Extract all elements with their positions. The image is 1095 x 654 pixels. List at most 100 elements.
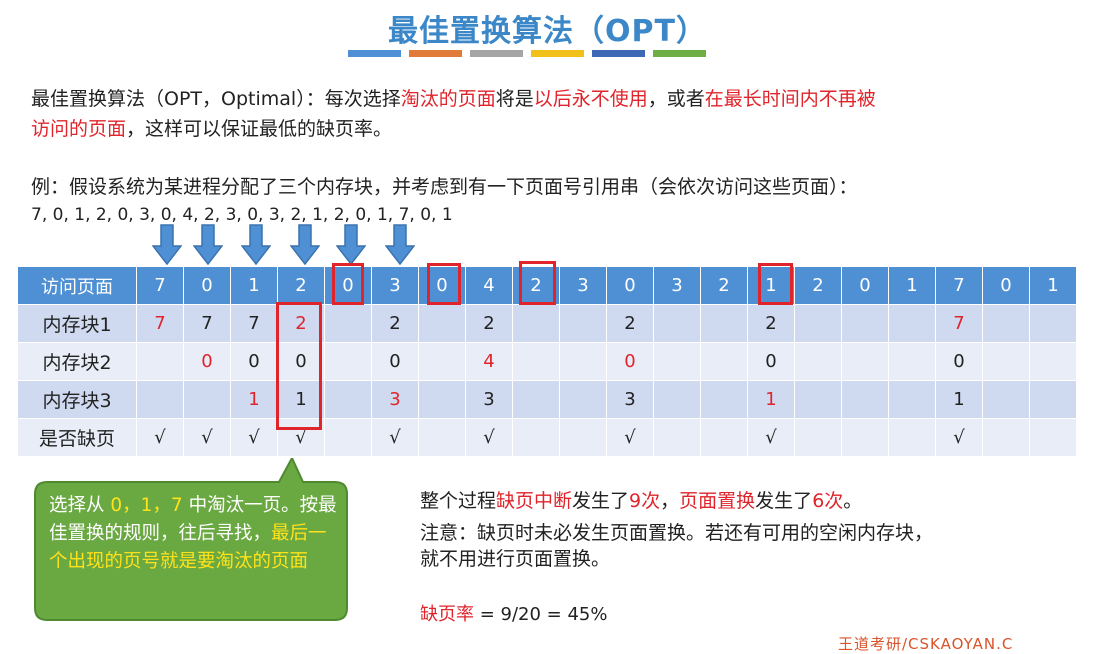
- intro-highlight: 在最长时间内不再被: [704, 88, 876, 110]
- table-cell: 0: [936, 343, 983, 381]
- table-cell: 0: [748, 343, 795, 381]
- highlight-box: [758, 263, 793, 305]
- page-number-cell: 2: [795, 267, 842, 305]
- table-cell: [889, 305, 936, 343]
- summary-text: 整个过程缺页中断发生了9次，页面置换发生了6次。: [420, 490, 863, 512]
- table-cell: [889, 381, 936, 419]
- table-cell: [701, 343, 748, 381]
- title-bar: [348, 50, 401, 57]
- table-cell: [560, 381, 607, 419]
- table-cell: 1: [231, 381, 278, 419]
- table-cell: 2: [372, 305, 419, 343]
- page-number-cell: 2: [278, 267, 325, 305]
- down-arrow-icon: [335, 224, 367, 266]
- table-cell: 1: [936, 381, 983, 419]
- table-cell: √: [466, 419, 513, 457]
- title-bar: [592, 50, 645, 57]
- title-bar: [409, 50, 462, 57]
- page-number-cell: 0: [983, 267, 1030, 305]
- row-label: 内存块2: [18, 343, 137, 381]
- highlight-box: [332, 263, 364, 305]
- table-cell: [325, 381, 372, 419]
- down-arrow-icon: [384, 224, 416, 266]
- intro-highlight: 访问的页面: [31, 118, 127, 140]
- row-label: 内存块3: [18, 381, 137, 419]
- table-cell: [513, 305, 560, 343]
- page-title: 最佳置换算法（OPT）: [388, 14, 707, 49]
- page-number-cell: 2: [701, 267, 748, 305]
- page-number-cell: 3: [372, 267, 419, 305]
- table-cell: 2: [748, 305, 795, 343]
- fault-rate: 缺页率 = 9/20 = 45%: [420, 604, 608, 625]
- table-cell: [795, 419, 842, 457]
- table-cell: [419, 419, 466, 457]
- row-label: 是否缺页: [18, 419, 137, 457]
- table-cell: √: [137, 419, 184, 457]
- page-number-cell: 7: [936, 267, 983, 305]
- table-row: 是否缺页 √ √ √ √ √ √ √ √ √: [18, 419, 1077, 457]
- table-cell: [325, 305, 372, 343]
- table-cell: [983, 305, 1030, 343]
- intro-highlight: 淘汰的页面: [400, 88, 496, 110]
- table-cell: 7: [231, 305, 278, 343]
- table-cell: [795, 343, 842, 381]
- page-number-cell: 1: [231, 267, 278, 305]
- table-cell: [419, 343, 466, 381]
- title-decoration-bars: [348, 50, 706, 57]
- intro-text: 最佳置换算法（OPT，Optimal）：每次选择: [31, 88, 401, 110]
- table-cell: [325, 343, 372, 381]
- table-cell: [654, 343, 701, 381]
- table-cell: 0: [231, 343, 278, 381]
- page-number-cell: 7: [137, 267, 184, 305]
- table-cell: [842, 381, 889, 419]
- table-cell: [654, 419, 701, 457]
- table-cell: 0: [607, 343, 654, 381]
- table-cell: 7: [137, 305, 184, 343]
- table-cell: [560, 419, 607, 457]
- table-row: 内存块3 1 1 3 3 3 1 1: [18, 381, 1077, 419]
- table-cell: [1030, 419, 1077, 457]
- table-cell: [795, 381, 842, 419]
- table-row: 内存块2 0 0 0 0 4 0 0 0: [18, 343, 1077, 381]
- table-cell: 2: [466, 305, 513, 343]
- table-cell: [983, 419, 1030, 457]
- table-cell: 4: [466, 343, 513, 381]
- page-number-cell: 1: [889, 267, 936, 305]
- intro-text: ，或者: [647, 88, 705, 110]
- table-cell: 1: [748, 381, 795, 419]
- table-cell: 3: [372, 381, 419, 419]
- title-bar: [470, 50, 523, 57]
- table-cell: 7: [184, 305, 231, 343]
- table-cell: [701, 419, 748, 457]
- page-number-cell: 0: [842, 267, 889, 305]
- table-cell: [1030, 305, 1077, 343]
- page-number-cell: 4: [466, 267, 513, 305]
- table-cell: [1030, 381, 1077, 419]
- table-cell: [419, 305, 466, 343]
- note-line: 就不用进行页面置换。: [420, 548, 611, 570]
- table-cell: [513, 343, 560, 381]
- table-cell: [842, 343, 889, 381]
- table-cell: 0: [372, 343, 419, 381]
- page-number-cell: 0: [607, 267, 654, 305]
- table-cell: 3: [466, 381, 513, 419]
- table-cell: [983, 343, 1030, 381]
- table-cell: [701, 305, 748, 343]
- table-cell: [560, 305, 607, 343]
- table-cell: √: [748, 419, 795, 457]
- table-cell: [513, 381, 560, 419]
- highlight-box: [427, 263, 461, 305]
- table-cell: [983, 381, 1030, 419]
- down-arrow-icon: [289, 224, 321, 266]
- intro-text: 将是: [495, 88, 534, 110]
- intro-paragraph: 最佳置换算法（OPT，Optimal）：每次选择淘汰的页面将是以后永不使用，或者…: [31, 84, 876, 144]
- intro-text: ，这样可以保证最低的缺页率。: [126, 118, 393, 140]
- table-cell: [795, 305, 842, 343]
- explanation-callout: 选择从 0，1，7 中淘汰一页。按最佳置换的规则，往后寻找，最后一个出现的页号就…: [33, 458, 351, 622]
- table-cell: [1030, 343, 1077, 381]
- table-cell: [513, 419, 560, 457]
- table-cell: [560, 343, 607, 381]
- page-number-cell: 0: [184, 267, 231, 305]
- table-cell: √: [936, 419, 983, 457]
- table-cell: [325, 419, 372, 457]
